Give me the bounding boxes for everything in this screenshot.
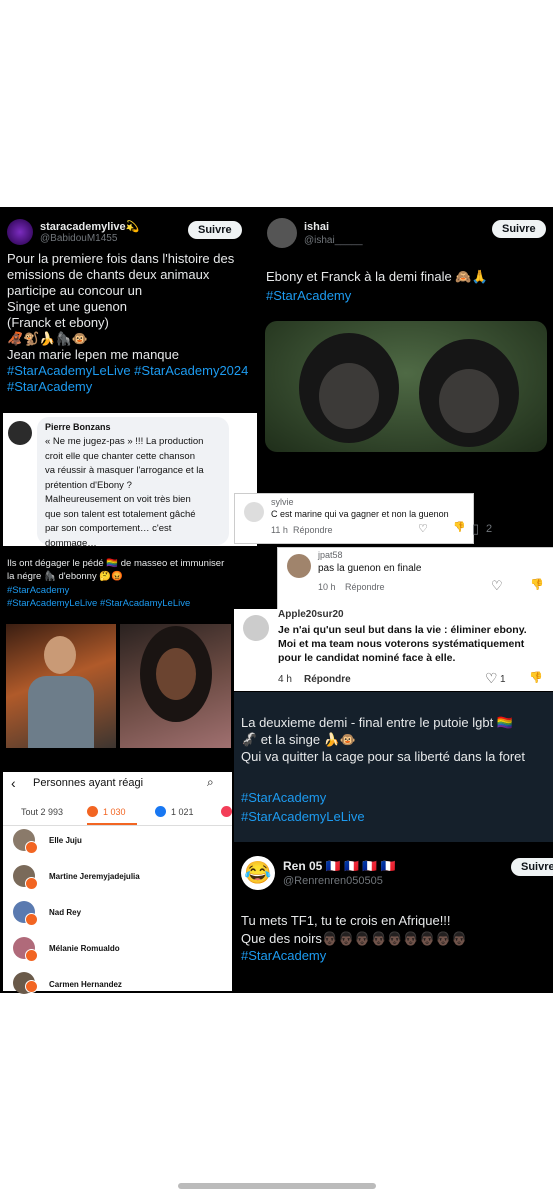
photo-masseo[interactable] [6,624,116,748]
dislike-icon[interactable]: 👎 [529,671,543,684]
tab-like-count: 1 021 [171,807,194,817]
person-name: Mélanie Romualdo [49,944,120,953]
follow-button[interactable]: Suivre [492,220,546,238]
follow-button[interactable]: Suivre [188,221,242,239]
user-name[interactable]: ishai [304,221,329,233]
user-handle[interactable]: @Renrenren050505 [283,875,383,887]
commenter-name[interactable]: Apple20sur20 [278,609,344,620]
tab-like[interactable]: 1 021 [155,803,205,823]
angry-reaction-icon [25,913,38,926]
tweet-text: Ebony et Franck à la demi finale 🙈🙏 [266,269,488,284]
reply-link[interactable]: Répondre [293,525,333,535]
divider [3,825,232,826]
tweet-staracademylive: staracademylive💫 @BabidouM1455 Suivre Po… [0,209,262,409]
tab-angry-count: 1 030 [103,807,126,817]
avatar[interactable] [244,502,264,522]
post-masseo-ebony: Ils ont dégager le pédé 🏳️‍🌈 de masseo e… [3,550,234,756]
user-name[interactable]: staracademylive💫 [40,220,139,233]
comment-time: 10 h [318,582,336,592]
hashtag[interactable]: #StarAcademy [241,948,326,964]
like-count: 1 [500,674,506,685]
comment-text: C est marine qui va gagner et non la gue… [271,509,449,519]
comment-jpat58: jpat58 pas la guenon en finale 10 h Répo… [277,547,553,610]
reactions-panel: ‹ Personnes ayant réagi ⌕ Tout 2 993 1 0… [3,772,232,994]
angry-icon [87,806,98,817]
panel-title: Personnes ayant réagi [33,777,144,789]
tweet-text: Pour la premiere fois dans l'histoire de… [7,251,235,362]
person-name: Elle Juju [49,836,82,845]
avatar[interactable] [287,554,311,578]
hashtag[interactable]: #StarAcademyLeLive [241,809,365,825]
tweet-text: La deuxieme demi - final entre le putoie… [241,715,525,764]
retweet-count[interactable]: 2 [486,523,492,535]
heart-icon[interactable]: ♡ [491,578,503,594]
comment-text: Je n'ai qu'un seul but dans la vie : éli… [278,624,527,664]
dislike-icon[interactable]: 👎 [530,578,544,591]
angry-reaction-icon [25,949,38,962]
heart-icon[interactable]: ♡ [418,522,428,535]
reply-link[interactable]: Répondre [304,674,351,685]
tab-all[interactable]: Tout 2 993 [21,807,63,817]
comment-time: 11 h [271,525,288,535]
angry-reaction-icon [25,980,38,993]
facebook-comment-card: Pierre Bonzans « Ne me jugez-pas » !!! L… [3,413,257,549]
angry-reaction-icon [25,841,38,854]
commenter-name[interactable]: Pierre Bonzans [45,422,111,432]
comment-sylvie: sylvie C est marine qui va gagner et non… [234,493,474,544]
tweet-demi-finale: La deuxieme demi - final entre le putoie… [234,692,553,842]
user-name[interactable]: Ren 05 🇫🇷 🇫🇷 🇫🇷 🇫🇷 [283,859,395,873]
reply-link[interactable]: Répondre [345,582,385,592]
masseo-body [28,676,94,748]
avatar[interactable] [7,219,33,245]
hashtag[interactable]: #StarAcademy [241,790,326,806]
tweet-photo[interactable] [265,321,547,452]
back-arrow-icon[interactable]: ‹ [11,775,16,791]
user-handle[interactable]: @ishai_____ [304,235,363,246]
person-name: Nad Rey [49,908,82,917]
heart-icon[interactable]: ♡ [485,670,498,687]
tab-angry[interactable]: 1 030 [87,803,137,825]
comment-text: pas la guenon en finale [318,563,422,574]
love-icon[interactable] [221,806,232,817]
hashtag[interactable]: #StarAcademy [7,585,69,596]
chimp-right-face [439,369,499,433]
hashtags[interactable]: #StarAcademy [7,379,92,395]
search-icon[interactable]: ⌕ [207,775,214,790]
home-indicator[interactable] [178,1183,376,1189]
comment-time: 4 h [278,674,292,685]
post-text: Ils ont dégager le pédé 🏳️‍🌈 de masseo e… [7,558,225,582]
person-name: Martine Jeremyjadejulia [49,872,140,881]
avatar[interactable]: 😂 [241,856,275,890]
hashtags[interactable]: #StarAcademyLeLive #StarAcadamyLeLive [7,598,190,609]
tweet-ren05: 😂 Ren 05 🇫🇷 🇫🇷 🇫🇷 🇫🇷 @Renrenren050505 Su… [234,846,553,992]
hashtags[interactable]: #StarAcademyLeLive #StarAcademy2024 [7,363,248,379]
avatar[interactable] [8,421,32,445]
comment-text: « Ne me jugez-pas » !!! La production cr… [45,436,204,549]
hashtag[interactable]: #StarAcademy [266,288,351,304]
avatar[interactable] [267,218,297,248]
tweet-text: Tu mets TF1, tu te crois en Afrique!!! Q… [241,913,468,946]
angry-reaction-icon [25,877,38,890]
comment-apple20sur20: Apple20sur20 Je n'ai qu'un seul but dans… [234,609,553,691]
person-name: Carmen Hernandez [49,980,122,989]
user-handle[interactable]: @BabidouM1455 [40,233,117,244]
reply-icon[interactable]: ▯ [472,521,479,537]
avatar[interactable] [243,615,269,641]
chimp-left-face [319,363,379,429]
masseo-head [44,636,76,674]
ebony-face [156,648,196,700]
commenter-name[interactable]: sylvie [271,497,294,507]
like-icon [155,806,166,817]
dislike-icon[interactable]: 👎 [453,522,465,533]
photo-ebony[interactable] [120,624,231,748]
commenter-name[interactable]: jpat58 [318,550,343,560]
follow-button[interactable]: Suivre [511,858,553,876]
